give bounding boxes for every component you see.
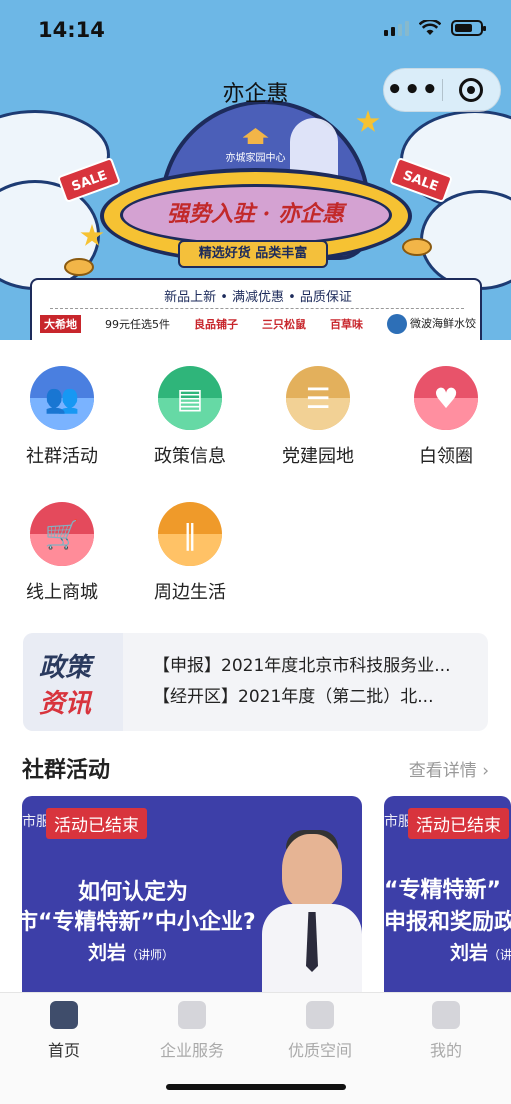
book-icon: ☰ xyxy=(286,366,350,430)
speaker-photo xyxy=(262,830,362,992)
cart-icon: 🛒 xyxy=(30,502,94,566)
news-badge-line2: 资讯 xyxy=(39,689,92,719)
people-icon: 👥 xyxy=(30,366,94,430)
section-header: 社群活动 查看详情 › xyxy=(22,752,489,783)
grid-item-label: 党建园地 xyxy=(282,446,354,467)
coin-icon xyxy=(402,238,432,256)
speaker-name: 刘岩 xyxy=(88,942,127,964)
card-speaker: 刘岩（讲师） xyxy=(88,938,174,965)
brand-emblem-icon xyxy=(387,314,407,334)
brand-logo: 大希地 xyxy=(40,315,81,333)
grid-item-label: 周边生活 xyxy=(154,582,226,603)
heart-icon: ♥ xyxy=(414,366,478,430)
divider xyxy=(50,308,464,309)
brand-logo: 三只松鼠 xyxy=(262,318,306,331)
status-badge: 活动已结束 xyxy=(46,808,147,839)
speaker-name: 刘岩 xyxy=(450,942,489,964)
grid-item[interactable]: 🛒 线上商城 xyxy=(12,502,112,604)
battery-icon xyxy=(451,20,486,36)
grid-item-label: 白领圈 xyxy=(419,446,473,467)
icon-glyph: ▤ xyxy=(176,381,204,415)
activity-card[interactable]: 市服 活动已结束 “专精特新” 申报和奖励政 刘岩（讲 xyxy=(384,796,511,992)
card-title: 申报和奖励政 xyxy=(384,910,511,935)
brand-offer: 99元任选5件 xyxy=(105,318,170,331)
target-icon xyxy=(459,78,484,102)
tab-0[interactable]: 首页 xyxy=(14,1001,114,1061)
card-speaker: 刘岩（讲 xyxy=(450,938,511,965)
briefcase-icon xyxy=(178,1001,206,1029)
tab-3[interactable]: 我的 xyxy=(396,1001,496,1061)
building-icon xyxy=(306,1001,334,1029)
grid-item[interactable]: ▤ 政策信息 xyxy=(140,366,240,468)
card-title: 市“专精特新”中小企业? xyxy=(22,910,256,935)
building-icon: ▤ xyxy=(158,366,222,430)
icon-glyph: 👥 xyxy=(44,381,80,415)
tab-label: 我的 xyxy=(429,1041,462,1060)
status-bar: 14:14 xyxy=(0,0,511,62)
icon-glyph: 🛒 xyxy=(44,517,80,551)
home-icon xyxy=(50,1001,78,1029)
status-time: 14:14 xyxy=(38,18,105,42)
news-list: 【申报】2021年度北京市科技服务业... 【经开区】2021年度（第二批）北.… xyxy=(153,651,483,713)
main-content: 👥 社群活动 ▤ 政策信息 ☰ 党建园地 ♥ 白领圈 🛒 线上商城 ‖ 周边生活 政策 资讯 【申报】… xyxy=(0,340,511,992)
wifi-icon xyxy=(419,20,441,35)
miniprogram-capsule: ••• xyxy=(383,68,501,112)
promo-banner[interactable]: 14:14 亦城家园中心 强势入驻 · 亦企惠 精选好货 品类丰富 SALE S… xyxy=(0,0,511,340)
card-title: 如何认定为 xyxy=(78,880,189,905)
activity-card[interactable]: 市服 活动已结束 如何认定为 市“专精特新”中小企业? 刘岩（讲师） xyxy=(22,796,362,992)
cutlery-icon: ‖ xyxy=(158,502,222,566)
tab-label: 优质空间 xyxy=(287,1041,352,1060)
status-icons xyxy=(384,20,486,36)
news-badge: 政策 资讯 xyxy=(23,633,123,731)
brand-logo: 百草味 xyxy=(330,318,363,331)
grid-item-label: 社群活动 xyxy=(26,446,98,467)
grid-item[interactable]: ♥ 白领圈 xyxy=(396,366,496,468)
house-icon xyxy=(242,128,269,144)
close-miniprogram-button[interactable] xyxy=(442,78,500,102)
grid-item-label: 政策信息 xyxy=(154,446,226,467)
icon-glyph: ☰ xyxy=(305,381,331,415)
brand-strip: 新品上新 • 满减优惠 • 品质保证 大希地 99元任选5件 良品铺子 三只松鼠… xyxy=(30,278,482,340)
news-item[interactable]: 【申报】2021年度北京市科技服务业... xyxy=(153,651,483,682)
coin-icon xyxy=(64,258,94,276)
more-menu-button[interactable]: ••• xyxy=(384,77,442,103)
brand-logos: 大希地 99元任选5件 良品铺子 三只松鼠 百草味 微波海鲜水饺 xyxy=(40,314,476,334)
news-item[interactable]: 【经开区】2021年度（第二批）北... xyxy=(153,682,483,713)
brand-features: 新品上新 • 满减优惠 • 品质保证 xyxy=(164,290,352,305)
grid-item[interactable]: 👥 社群活动 xyxy=(12,366,112,468)
speaker-role: （讲 xyxy=(488,948,511,962)
brand-logo: 微波海鲜水饺 xyxy=(387,314,476,334)
tab-1[interactable]: 企业服务 xyxy=(142,1001,242,1061)
news-badge-line1: 政策 xyxy=(39,653,92,683)
grid-item[interactable]: ☰ 党建园地 xyxy=(268,366,368,468)
view-details-link[interactable]: 查看详情 › xyxy=(409,756,489,781)
banner-slogan: 强势入驻 · 亦企惠 xyxy=(167,201,344,227)
brand-logo: 良品铺子 xyxy=(194,318,238,331)
speaker-role: （讲师） xyxy=(126,948,175,962)
center-logo: 亦城家园中心 xyxy=(0,128,511,164)
section-title: 社群活动 xyxy=(22,758,111,783)
tab-label: 首页 xyxy=(47,1041,80,1060)
signal-icon xyxy=(384,20,409,36)
banner-subtitle: 精选好货 品类丰富 xyxy=(178,240,328,268)
home-indicator xyxy=(166,1084,346,1090)
brand-name: 微波海鲜水饺 xyxy=(410,317,476,330)
icon-glyph: ‖ xyxy=(183,517,197,551)
tab-label: 企业服务 xyxy=(159,1041,224,1060)
card-title: “专精特新” xyxy=(384,878,501,903)
icon-glyph: ♥ xyxy=(433,381,459,415)
status-badge: 活动已结束 xyxy=(408,808,509,839)
user-icon xyxy=(432,1001,460,1029)
news-ticker[interactable]: 政策 资讯 【申报】2021年度北京市科技服务业... 【经开区】2021年度（… xyxy=(23,633,488,731)
grid-item[interactable]: ‖ 周边生活 xyxy=(140,502,240,604)
center-logo-text: 亦城家园中心 xyxy=(225,153,286,164)
grid-item-label: 线上商城 xyxy=(26,582,98,603)
tab-2[interactable]: 优质空间 xyxy=(270,1001,370,1061)
